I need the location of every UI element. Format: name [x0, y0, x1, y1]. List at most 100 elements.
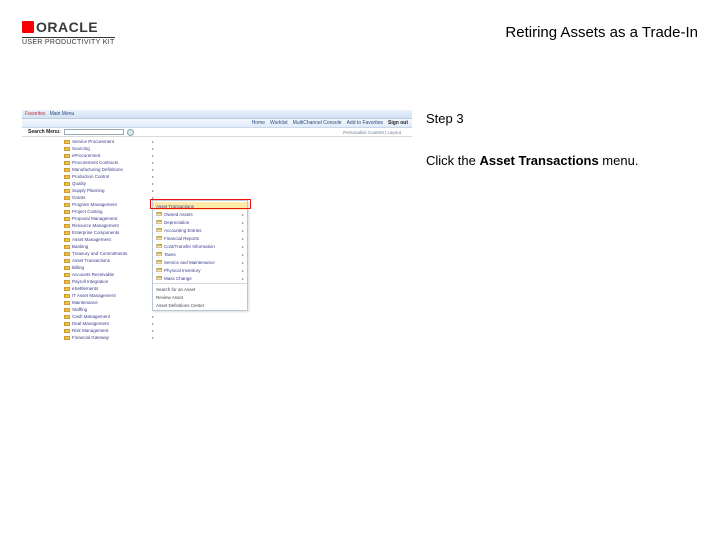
folder-icon: [156, 228, 162, 232]
menu-item[interactable]: Cash Management▸: [64, 313, 154, 320]
menu-item[interactable]: Financial Gateway▸: [64, 334, 154, 341]
menu-item[interactable]: Deal Management▸: [64, 320, 154, 327]
nav-worklist[interactable]: Worklist: [270, 120, 288, 126]
upk-label: USER PRODUCTIVITY KIT: [22, 37, 115, 46]
submenu-item[interactable]: Owned Assets▸: [153, 210, 247, 218]
folder-icon: [64, 210, 70, 214]
menu-item[interactable]: Banking▸: [64, 243, 154, 250]
submenu-item[interactable]: Asset Definitions Center: [153, 301, 247, 309]
menu-item[interactable]: IT Asset Management▸: [64, 292, 154, 299]
folder-icon: [64, 154, 70, 158]
menu-item[interactable]: eProcurement▸: [64, 152, 154, 159]
folder-icon: [64, 147, 70, 151]
menu-item[interactable]: Quality▸: [64, 180, 154, 187]
folder-icon: [64, 203, 70, 207]
folder-icon: [64, 266, 70, 270]
nav-home[interactable]: Home: [252, 120, 265, 126]
folder-icon: [156, 244, 162, 248]
folder-icon: [64, 224, 70, 228]
folder-icon: [156, 212, 162, 216]
instruction-text: Click the Asset Transactions menu.: [426, 152, 698, 170]
submenu-item[interactable]: Mass Change▸: [153, 274, 247, 282]
search-label: Search Menu:: [28, 129, 61, 135]
folder-icon: [64, 245, 70, 249]
folder-icon: [64, 140, 70, 144]
folder-icon: [64, 196, 70, 200]
submenu-item[interactable]: Service and Maintenance▸: [153, 258, 247, 266]
app-screenshot: Favorites Main Menu Home Worklist MultiC…: [22, 110, 412, 350]
submenu-item[interactable]: Accounting Entries▸: [153, 226, 247, 234]
header: ORACLE USER PRODUCTIVITY KIT Retiring As…: [0, 0, 720, 56]
folder-icon: [64, 280, 70, 284]
oracle-word: ORACLE: [36, 19, 98, 35]
folder-icon: [64, 231, 70, 235]
nav-multichannel[interactable]: MultiChannel Console: [293, 120, 342, 126]
menu-item[interactable]: Asset Management▸: [64, 236, 154, 243]
menu-item[interactable]: Supply Planning▸: [64, 187, 154, 194]
menu-item[interactable]: Treasury and Commitments▸: [64, 250, 154, 257]
step-label: Step 3: [426, 110, 698, 128]
nav-add-favorites[interactable]: Add to Favorites: [347, 120, 383, 126]
nav-signout[interactable]: Sign out: [388, 120, 408, 126]
folder-icon: [64, 336, 70, 340]
folder-icon: [64, 182, 70, 186]
menu-item[interactable]: Procurement Contracts▸: [64, 159, 154, 166]
menu-item[interactable]: eSettlements▸: [64, 285, 154, 292]
menu-item[interactable]: Asset Transactions▸: [64, 257, 154, 264]
folder-icon: [156, 276, 162, 280]
submenu-item[interactable]: Search for an Asset: [153, 285, 247, 293]
breadcrumb-favorites[interactable]: Favorites: [25, 111, 46, 117]
menu-item[interactable]: Sourcing▸: [64, 145, 154, 152]
submenu-item[interactable]: Cost/Transfer Information▸: [153, 242, 247, 250]
submenu-item[interactable]: Financial Reports▸: [153, 234, 247, 242]
folder-icon: [64, 273, 70, 277]
menu-item[interactable]: Program Management▸: [64, 201, 154, 208]
personalize-link[interactable]: Personalize Content | Layout: [343, 130, 401, 135]
menu-item[interactable]: Accounts Receivable▸: [64, 271, 154, 278]
folder-icon: [64, 287, 70, 291]
menu-item[interactable]: Payroll Integration▸: [64, 278, 154, 285]
submenu-item[interactable]: Taxes▸: [153, 250, 247, 258]
folder-icon: [64, 329, 70, 333]
folder-icon: [64, 168, 70, 172]
folder-icon: [64, 252, 70, 256]
folder-icon: [64, 308, 70, 312]
folder-icon: [64, 315, 70, 319]
folder-icon: [64, 161, 70, 165]
search-input[interactable]: [64, 129, 124, 135]
submenu-item[interactable]: Physical Inventory▸: [153, 266, 247, 274]
brand-block: ORACLE USER PRODUCTIVITY KIT: [22, 19, 115, 46]
folder-icon: [156, 260, 162, 264]
menu-item[interactable]: Maintenance▸: [64, 299, 154, 306]
asset-transactions-submenu: Asset Transactions Owned Assets▸ Depreci…: [152, 200, 248, 311]
menu-item[interactable]: Billing▸: [64, 264, 154, 271]
submenu-item[interactable]: Review Asset: [153, 293, 247, 301]
menu-item[interactable]: Proposal Management▸: [64, 215, 154, 222]
search-go-icon[interactable]: [127, 129, 134, 136]
folder-icon: [64, 294, 70, 298]
submenu-asset-transactions[interactable]: Asset Transactions: [153, 202, 247, 210]
submenu-item[interactable]: Depreciation▸: [153, 218, 247, 226]
folder-icon: [64, 259, 70, 263]
menu-item[interactable]: Grants▸: [64, 194, 154, 201]
folder-icon: [156, 220, 162, 224]
page-title: Retiring Assets as a Trade-In: [505, 24, 698, 41]
breadcrumb-main-menu[interactable]: Main Menu: [50, 111, 75, 117]
menu-item[interactable]: Service Procurement▸: [64, 138, 154, 145]
menu-item[interactable]: Enterprise Components▸: [64, 229, 154, 236]
menu-item[interactable]: Project Costing▸: [64, 208, 154, 215]
menu-item[interactable]: Resource Management▸: [64, 222, 154, 229]
menu-item[interactable]: Risk Management▸: [64, 327, 154, 334]
folder-icon: [64, 217, 70, 221]
folder-icon: [156, 236, 162, 240]
folder-icon: [156, 252, 162, 256]
menu-item[interactable]: Manufacturing Definitions▸: [64, 166, 154, 173]
folder-icon: [64, 238, 70, 242]
instruction-panel: Step 3 Click the Asset Transactions menu…: [426, 110, 698, 170]
folder-icon: [64, 189, 70, 193]
folder-icon: [64, 322, 70, 326]
main-menu-list: Service Procurement▸ Sourcing▸ eProcurem…: [64, 138, 154, 341]
folder-icon: [64, 175, 70, 179]
menu-item[interactable]: Staffing▸: [64, 306, 154, 313]
menu-item[interactable]: Production Control▸: [64, 173, 154, 180]
